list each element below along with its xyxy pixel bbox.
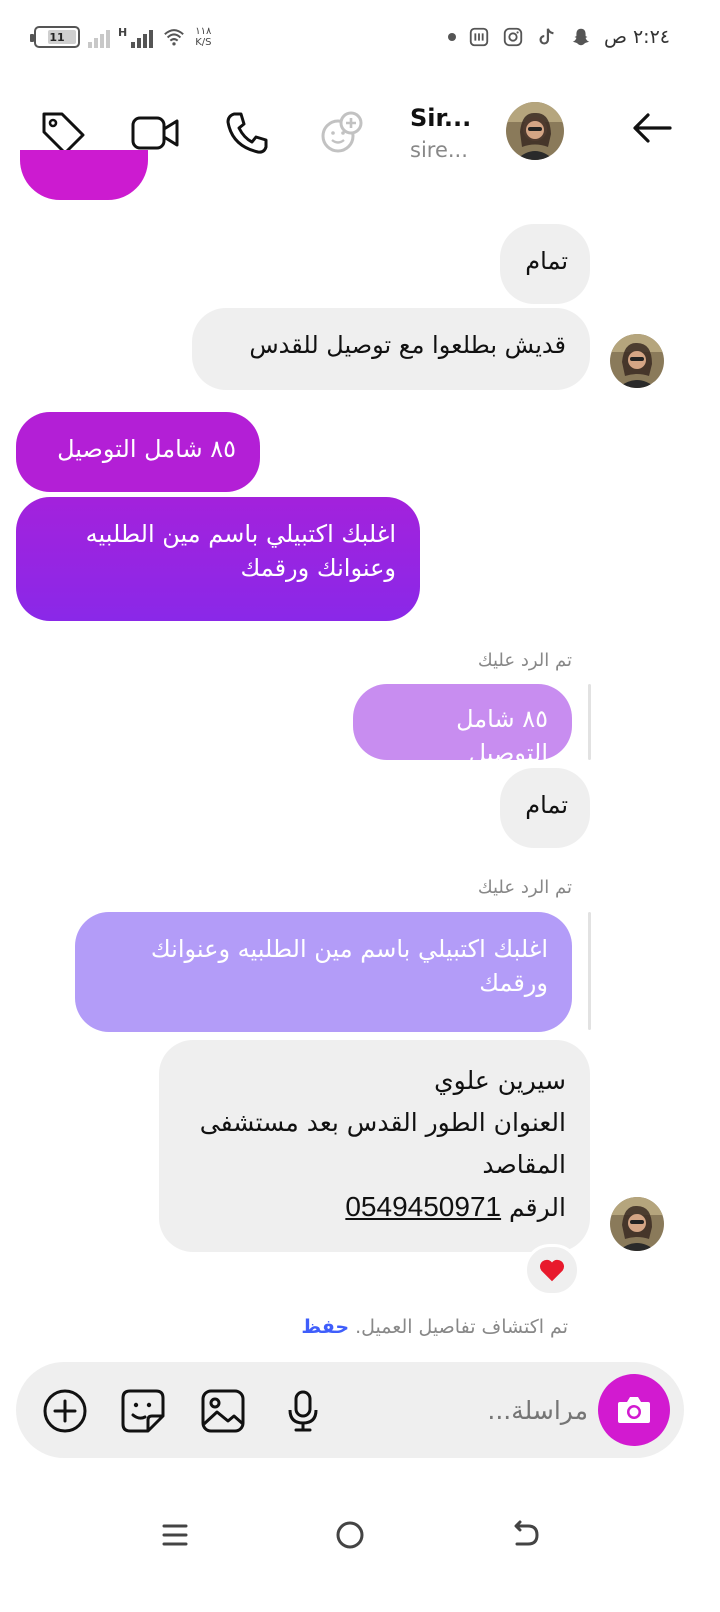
- contact-avatar[interactable]: [506, 102, 564, 160]
- status-bar: 11 H ١١٨ K/S ٢:٢٤ ص: [0, 0, 720, 80]
- message-text: ٨٥ شامل التوصيل: [57, 435, 236, 463]
- quoted-text-line1: اغلبك اكتبيلي باسم مين الطلبيه وعنوانك: [150, 935, 548, 963]
- quoted-message[interactable]: ٨٥ شامل التوصيل: [353, 684, 572, 767]
- gallery-icon[interactable]: [200, 1388, 246, 1434]
- message-text: تمام: [525, 791, 568, 819]
- cut-off-bubble: [20, 150, 148, 200]
- sticker-icon[interactable]: [120, 1388, 166, 1434]
- reply-indicator-line: [588, 684, 591, 760]
- message-bubble-incoming[interactable]: تمام: [500, 768, 590, 848]
- back-nav-icon[interactable]: [508, 1518, 542, 1552]
- sender-avatar[interactable]: [610, 1197, 664, 1251]
- reply-indicator-line: [588, 912, 591, 1030]
- tiktok-icon: [539, 28, 554, 45]
- phone-call-icon[interactable]: [222, 108, 272, 158]
- quoted-message[interactable]: اغلبك اكتبيلي باسم مين الطلبيه وعنوانك و…: [75, 912, 572, 1032]
- recent-apps-icon[interactable]: [158, 1518, 192, 1552]
- customer-phone-row: الرقم 0549450971: [183, 1186, 566, 1229]
- notification-dot-icon: [447, 33, 456, 41]
- customer-name: سيرين علوي: [434, 1066, 566, 1095]
- replied-to-you-label: تم الرد عليك: [477, 877, 572, 898]
- signal-sim2-icon: [88, 26, 110, 48]
- message-bubble-incoming[interactable]: قديش بطلعوا مع توصيل للقدس: [192, 308, 590, 390]
- heart-icon: [539, 1259, 565, 1282]
- message-text-line1: اغلبك اكتبيلي باسم مين الطلبيه: [85, 520, 396, 548]
- message-composer: [16, 1362, 684, 1458]
- contact-username[interactable]: sire...: [410, 138, 480, 162]
- battery-icon: 11: [30, 26, 80, 48]
- status-left: 11 H ١١٨ K/S: [30, 26, 212, 48]
- notice-text: تم اكتشاف تفاصيل العميل.: [355, 1316, 568, 1338]
- home-icon[interactable]: [333, 1518, 367, 1552]
- message-bubble-outgoing[interactable]: ٨٥ شامل التوصيل: [16, 412, 260, 492]
- message-bubble-outgoing[interactable]: اغلبك اكتبيلي باسم مين الطلبيه وعنوانك و…: [16, 497, 420, 621]
- status-right: ٢:٢٤ ص: [447, 26, 670, 48]
- sender-avatar[interactable]: [610, 334, 664, 388]
- add-icon[interactable]: [42, 1388, 88, 1434]
- message-text: قديش بطلعوا مع توصيل للقدس: [249, 331, 566, 359]
- message-input[interactable]: [338, 1384, 588, 1436]
- phone-number-link[interactable]: 0549450971: [345, 1191, 501, 1222]
- contact-name[interactable]: Sir...: [410, 104, 480, 132]
- message-text: تمام: [525, 247, 568, 275]
- message-bubble-incoming[interactable]: سيرين علوي العنوان الطور القدس بعد مستشف…: [159, 1040, 590, 1252]
- battery-level: 11: [49, 30, 65, 44]
- quoted-text: ٨٥ شامل التوصيل: [456, 705, 548, 767]
- message-text-line2: وعنوانك ورقمك: [240, 554, 396, 582]
- replied-to-you-label: تم الرد عليك: [477, 650, 572, 671]
- network-type: H: [118, 26, 128, 39]
- message-bubble-incoming[interactable]: تمام: [500, 224, 590, 304]
- quoted-text-line2: ورقمك: [479, 969, 548, 997]
- customer-address: العنوان الطور القدس بعد مستشفى: [199, 1108, 566, 1137]
- signal-sim1-icon: [131, 26, 154, 48]
- network-speed: ١١٨ K/S: [195, 26, 212, 48]
- instagram-icon: [503, 27, 523, 47]
- app-notification-icon: [469, 27, 489, 47]
- snapchat-icon: [572, 28, 590, 46]
- customer-address-cont: المقاصد: [482, 1150, 566, 1179]
- camera-button[interactable]: [598, 1374, 670, 1446]
- clock: ٢:٢٤ ص: [603, 26, 670, 48]
- camera-icon: [618, 1397, 650, 1423]
- reaction-badge[interactable]: [524, 1244, 580, 1296]
- microphone-icon[interactable]: [280, 1388, 326, 1434]
- system-nav-bar: [0, 1480, 720, 1612]
- wifi-icon: [164, 29, 185, 46]
- customer-details-notice: تم اكتشاف تفاصيل العميل. حفظ: [301, 1316, 568, 1338]
- back-arrow-icon[interactable]: [628, 104, 676, 152]
- add-people-icon[interactable]: [316, 108, 366, 158]
- phone-label: الرقم: [509, 1193, 566, 1222]
- save-link[interactable]: حفظ: [301, 1316, 349, 1338]
